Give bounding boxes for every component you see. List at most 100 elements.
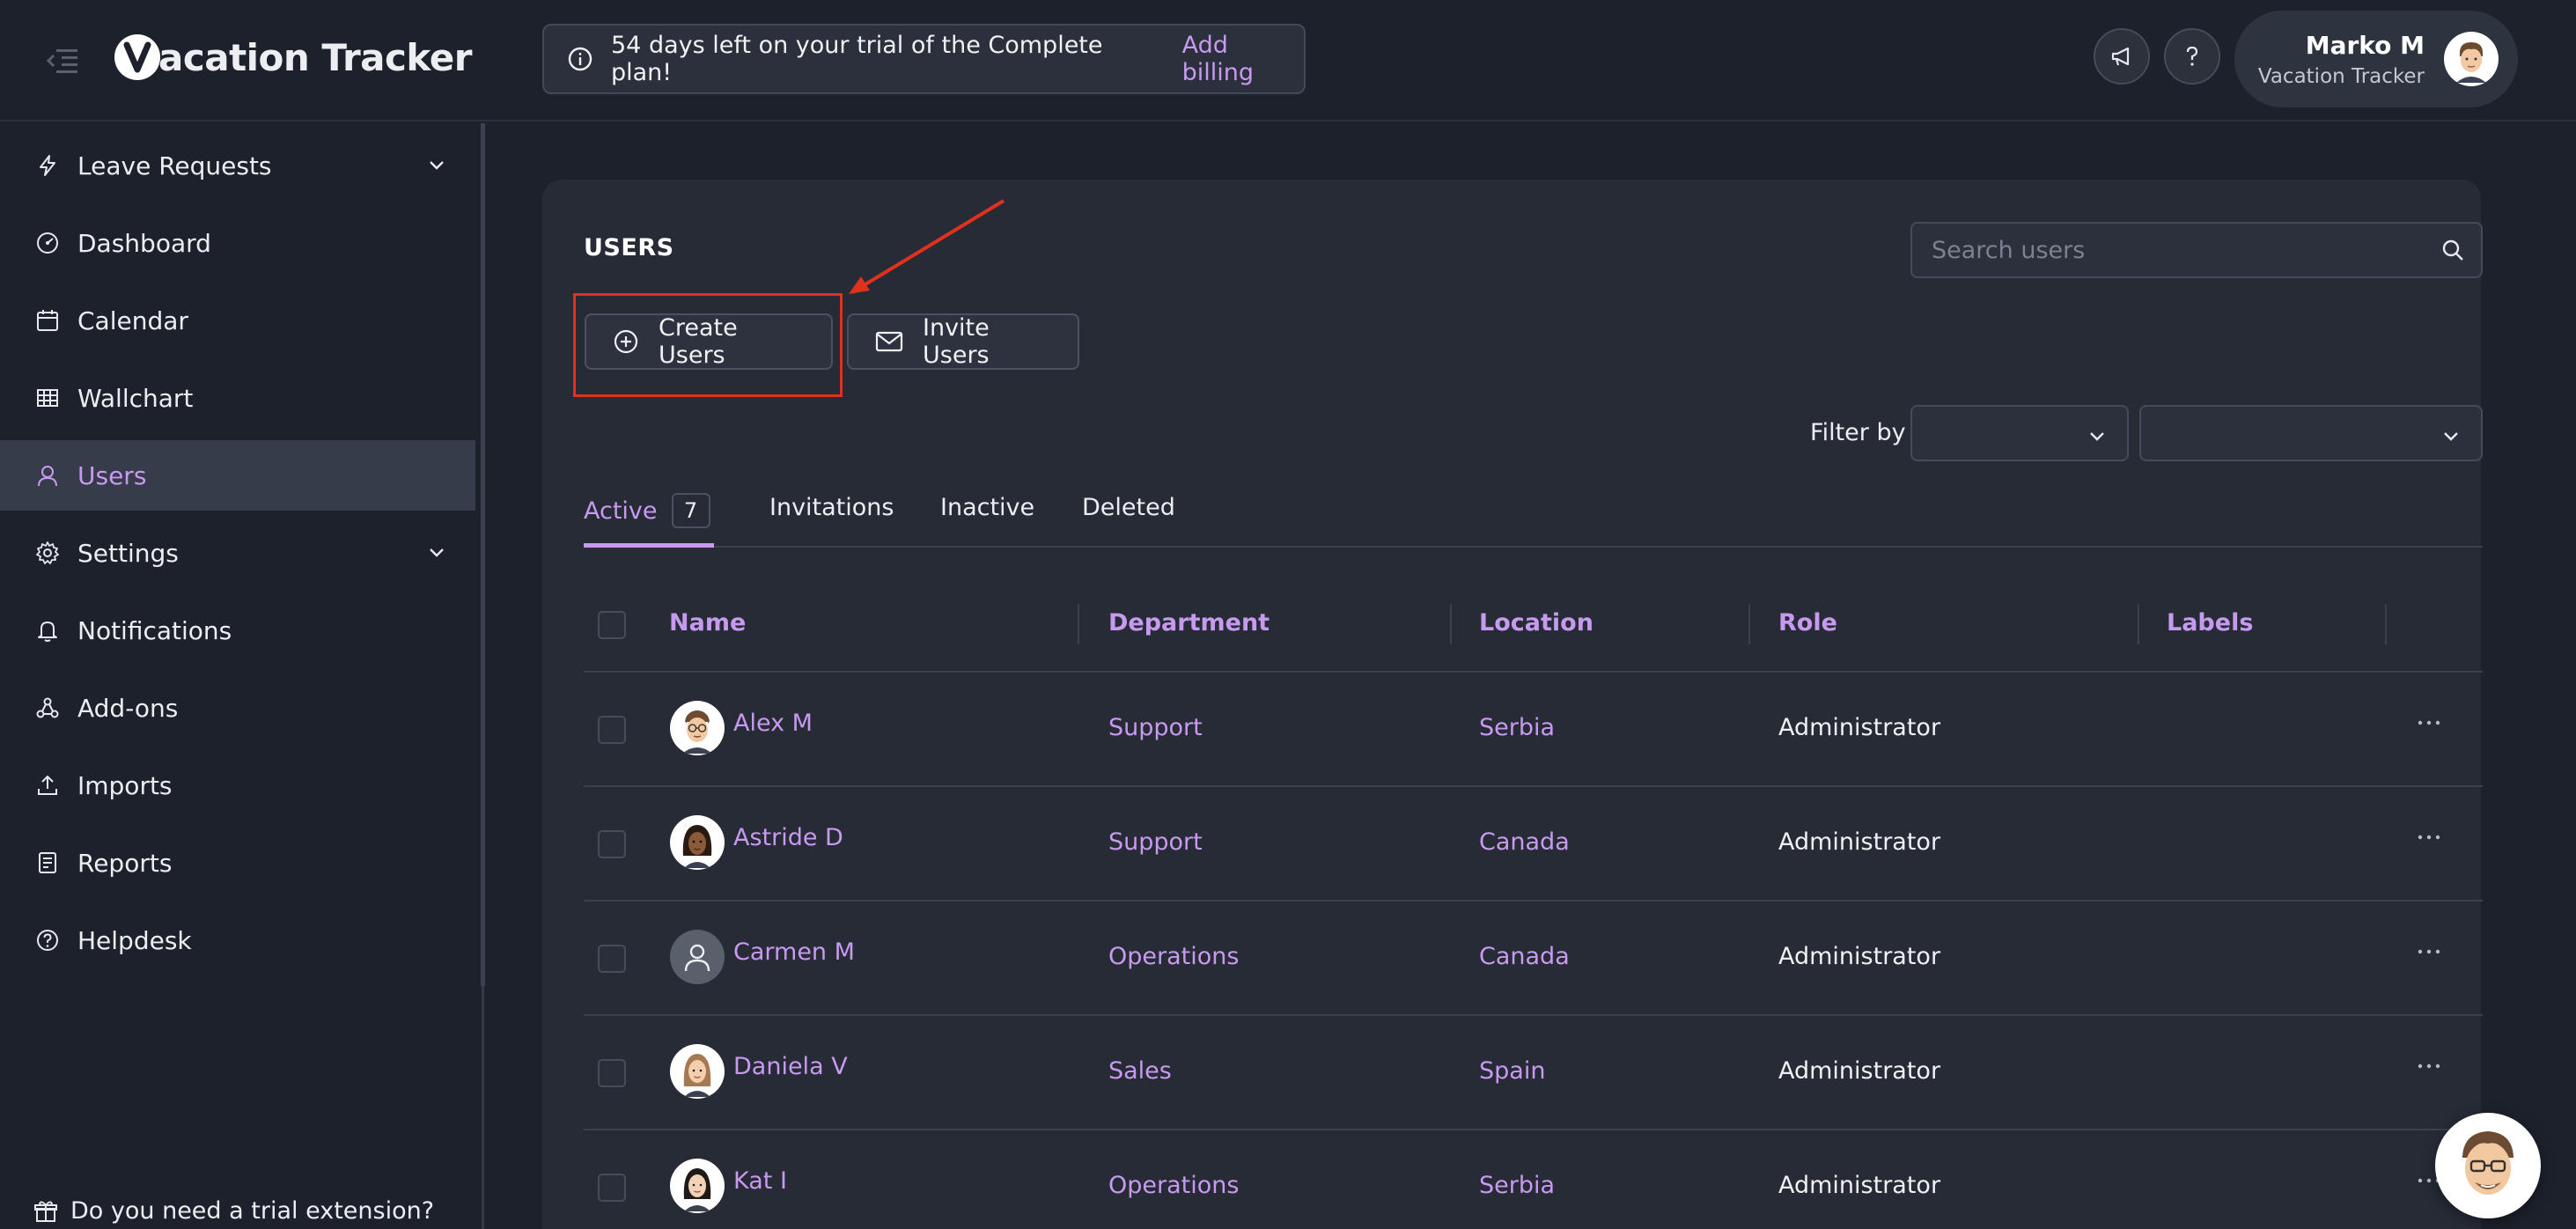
filter-select-primary[interactable] bbox=[1910, 405, 2129, 461]
sidebar-item-add-ons[interactable]: Add-ons bbox=[0, 673, 475, 743]
collapse-menu-icon[interactable] bbox=[46, 46, 79, 76]
column-header-department[interactable]: Department bbox=[1108, 609, 1270, 637]
tab-label: Deleted bbox=[1082, 494, 1175, 521]
column-header-location[interactable]: Location bbox=[1479, 609, 1593, 637]
user-menu[interactable]: Marko M Vacation Tracker bbox=[2234, 11, 2518, 107]
column-divider[interactable] bbox=[1748, 604, 1750, 644]
user-name-link[interactable]: Carmen M bbox=[733, 938, 855, 966]
sidebar-item-label: Notifications bbox=[77, 615, 232, 645]
location-link[interactable]: Spain bbox=[1479, 1057, 1545, 1085]
search-input[interactable] bbox=[1932, 236, 2440, 264]
user-icon bbox=[33, 461, 62, 489]
support-avatar bbox=[2462, 1131, 2514, 1195]
table-row: Kat I Operations Serbia Administrator bbox=[584, 1130, 2483, 1229]
sidebar-item-leave-requests[interactable]: Leave Requests bbox=[0, 130, 475, 201]
sidebar-item-notifications[interactable]: Notifications bbox=[0, 595, 475, 666]
role-text: Administrator bbox=[1778, 1057, 1941, 1085]
avatar bbox=[670, 930, 725, 984]
sidebar-item-wallchart[interactable]: Wallchart bbox=[0, 363, 475, 433]
sidebar-item-imports[interactable]: Imports bbox=[0, 750, 475, 821]
column-header-name[interactable]: Name bbox=[669, 609, 746, 637]
department-link[interactable]: Support bbox=[1108, 828, 1203, 856]
search-users-field[interactable] bbox=[1910, 222, 2483, 278]
sidebar-item-dashboard[interactable]: Dashboard bbox=[0, 208, 475, 278]
department-link[interactable]: Sales bbox=[1108, 1057, 1172, 1085]
add-billing-link[interactable]: Add billing bbox=[1182, 32, 1304, 86]
announcements-button[interactable] bbox=[2094, 28, 2150, 85]
role-text: Administrator bbox=[1778, 943, 1941, 970]
more-actions-icon[interactable] bbox=[2417, 947, 2441, 956]
help-button[interactable] bbox=[2164, 28, 2220, 85]
sidebar-item-users[interactable]: Users bbox=[0, 440, 475, 511]
annotation-highlight-box bbox=[573, 293, 843, 397]
tab-deleted[interactable]: Deleted bbox=[1082, 494, 1175, 521]
user-status-tabs: Active 7 Invitations Inactive Deleted bbox=[584, 475, 2483, 548]
column-divider[interactable] bbox=[2138, 604, 2139, 644]
annotation-arrow bbox=[836, 194, 1012, 308]
department-link[interactable]: Support bbox=[1108, 714, 1203, 741]
sidebar-item-settings[interactable]: Settings bbox=[0, 518, 475, 588]
mail-icon bbox=[875, 329, 903, 354]
gift-icon bbox=[33, 1199, 58, 1224]
sidebar-item-label: Imports bbox=[77, 770, 173, 800]
tab-invitations[interactable]: Invitations bbox=[769, 494, 894, 521]
sidebar-scrollbar[interactable] bbox=[481, 123, 485, 986]
megaphone-icon bbox=[2109, 43, 2135, 70]
upload-icon bbox=[33, 771, 62, 799]
users-table-header: Name Department Location Role Labels bbox=[584, 592, 2483, 673]
sidebar-item-label: Users bbox=[77, 460, 147, 490]
column-divider[interactable] bbox=[1450, 604, 1452, 644]
row-checkbox[interactable] bbox=[598, 1174, 626, 1202]
table-row: Carmen M Operations Canada Administrator bbox=[584, 902, 2483, 1016]
tab-active[interactable]: Active 7 bbox=[584, 493, 710, 528]
bell-icon bbox=[33, 616, 62, 644]
sidebar-item-label: Dashboard bbox=[77, 228, 211, 258]
more-actions-icon[interactable] bbox=[2417, 1062, 2441, 1071]
more-actions-icon[interactable] bbox=[2417, 833, 2441, 842]
filter-by-label: Filter by bbox=[1810, 419, 1906, 446]
row-checkbox[interactable] bbox=[598, 1059, 626, 1087]
user-name-link[interactable]: Astride D bbox=[733, 824, 843, 851]
more-actions-icon[interactable] bbox=[2417, 718, 2441, 727]
avatar bbox=[670, 701, 725, 755]
company-name: Vacation Tracker bbox=[2257, 64, 2425, 88]
table-row: Alex M Support Serbia Administrator bbox=[584, 673, 2483, 787]
app-logo[interactable]: acation Tracker bbox=[114, 26, 472, 88]
sidebar-item-reports[interactable]: Reports bbox=[0, 828, 475, 898]
location-link[interactable]: Serbia bbox=[1479, 1172, 1555, 1199]
app-title: acation Tracker bbox=[158, 35, 472, 79]
page-title: USERS bbox=[584, 234, 674, 261]
user-name-link[interactable]: Daniela V bbox=[733, 1053, 848, 1080]
location-link[interactable]: Canada bbox=[1479, 943, 1570, 970]
help-icon bbox=[2179, 43, 2205, 70]
user-name-link[interactable]: Kat I bbox=[733, 1167, 787, 1195]
chevron-down-icon bbox=[426, 542, 447, 563]
gear-icon bbox=[33, 539, 62, 567]
row-checkbox[interactable] bbox=[598, 945, 626, 973]
column-divider[interactable] bbox=[2385, 604, 2387, 644]
sidebar-item-helpdesk[interactable]: Helpdesk bbox=[0, 905, 475, 975]
user-name-link[interactable]: Alex M bbox=[733, 710, 813, 737]
helpdesk-icon bbox=[33, 926, 62, 954]
support-chat-button[interactable] bbox=[2435, 1113, 2541, 1218]
invite-users-button[interactable]: Invite Users bbox=[847, 313, 1079, 370]
column-divider[interactable] bbox=[1078, 604, 1079, 644]
trial-extension-link[interactable]: Do you need a trial extension? bbox=[33, 1197, 434, 1225]
row-checkbox[interactable] bbox=[598, 830, 626, 858]
addons-icon bbox=[33, 694, 62, 722]
sidebar-item-label: Reports bbox=[77, 848, 173, 878]
sidebar-item-calendar[interactable]: Calendar bbox=[0, 285, 475, 356]
filter-select-secondary[interactable] bbox=[2139, 405, 2483, 461]
select-all-checkbox[interactable] bbox=[598, 611, 626, 639]
info-icon bbox=[567, 46, 593, 72]
row-checkbox[interactable] bbox=[598, 716, 626, 744]
department-link[interactable]: Operations bbox=[1108, 943, 1239, 970]
tab-inactive[interactable]: Inactive bbox=[940, 494, 1034, 521]
column-header-labels[interactable]: Labels bbox=[2167, 609, 2253, 637]
column-header-role[interactable]: Role bbox=[1778, 609, 1837, 637]
department-link[interactable]: Operations bbox=[1108, 1172, 1239, 1199]
tab-label: Active bbox=[584, 497, 658, 525]
search-icon bbox=[2440, 238, 2465, 262]
location-link[interactable]: Canada bbox=[1479, 828, 1570, 856]
location-link[interactable]: Serbia bbox=[1479, 714, 1555, 741]
